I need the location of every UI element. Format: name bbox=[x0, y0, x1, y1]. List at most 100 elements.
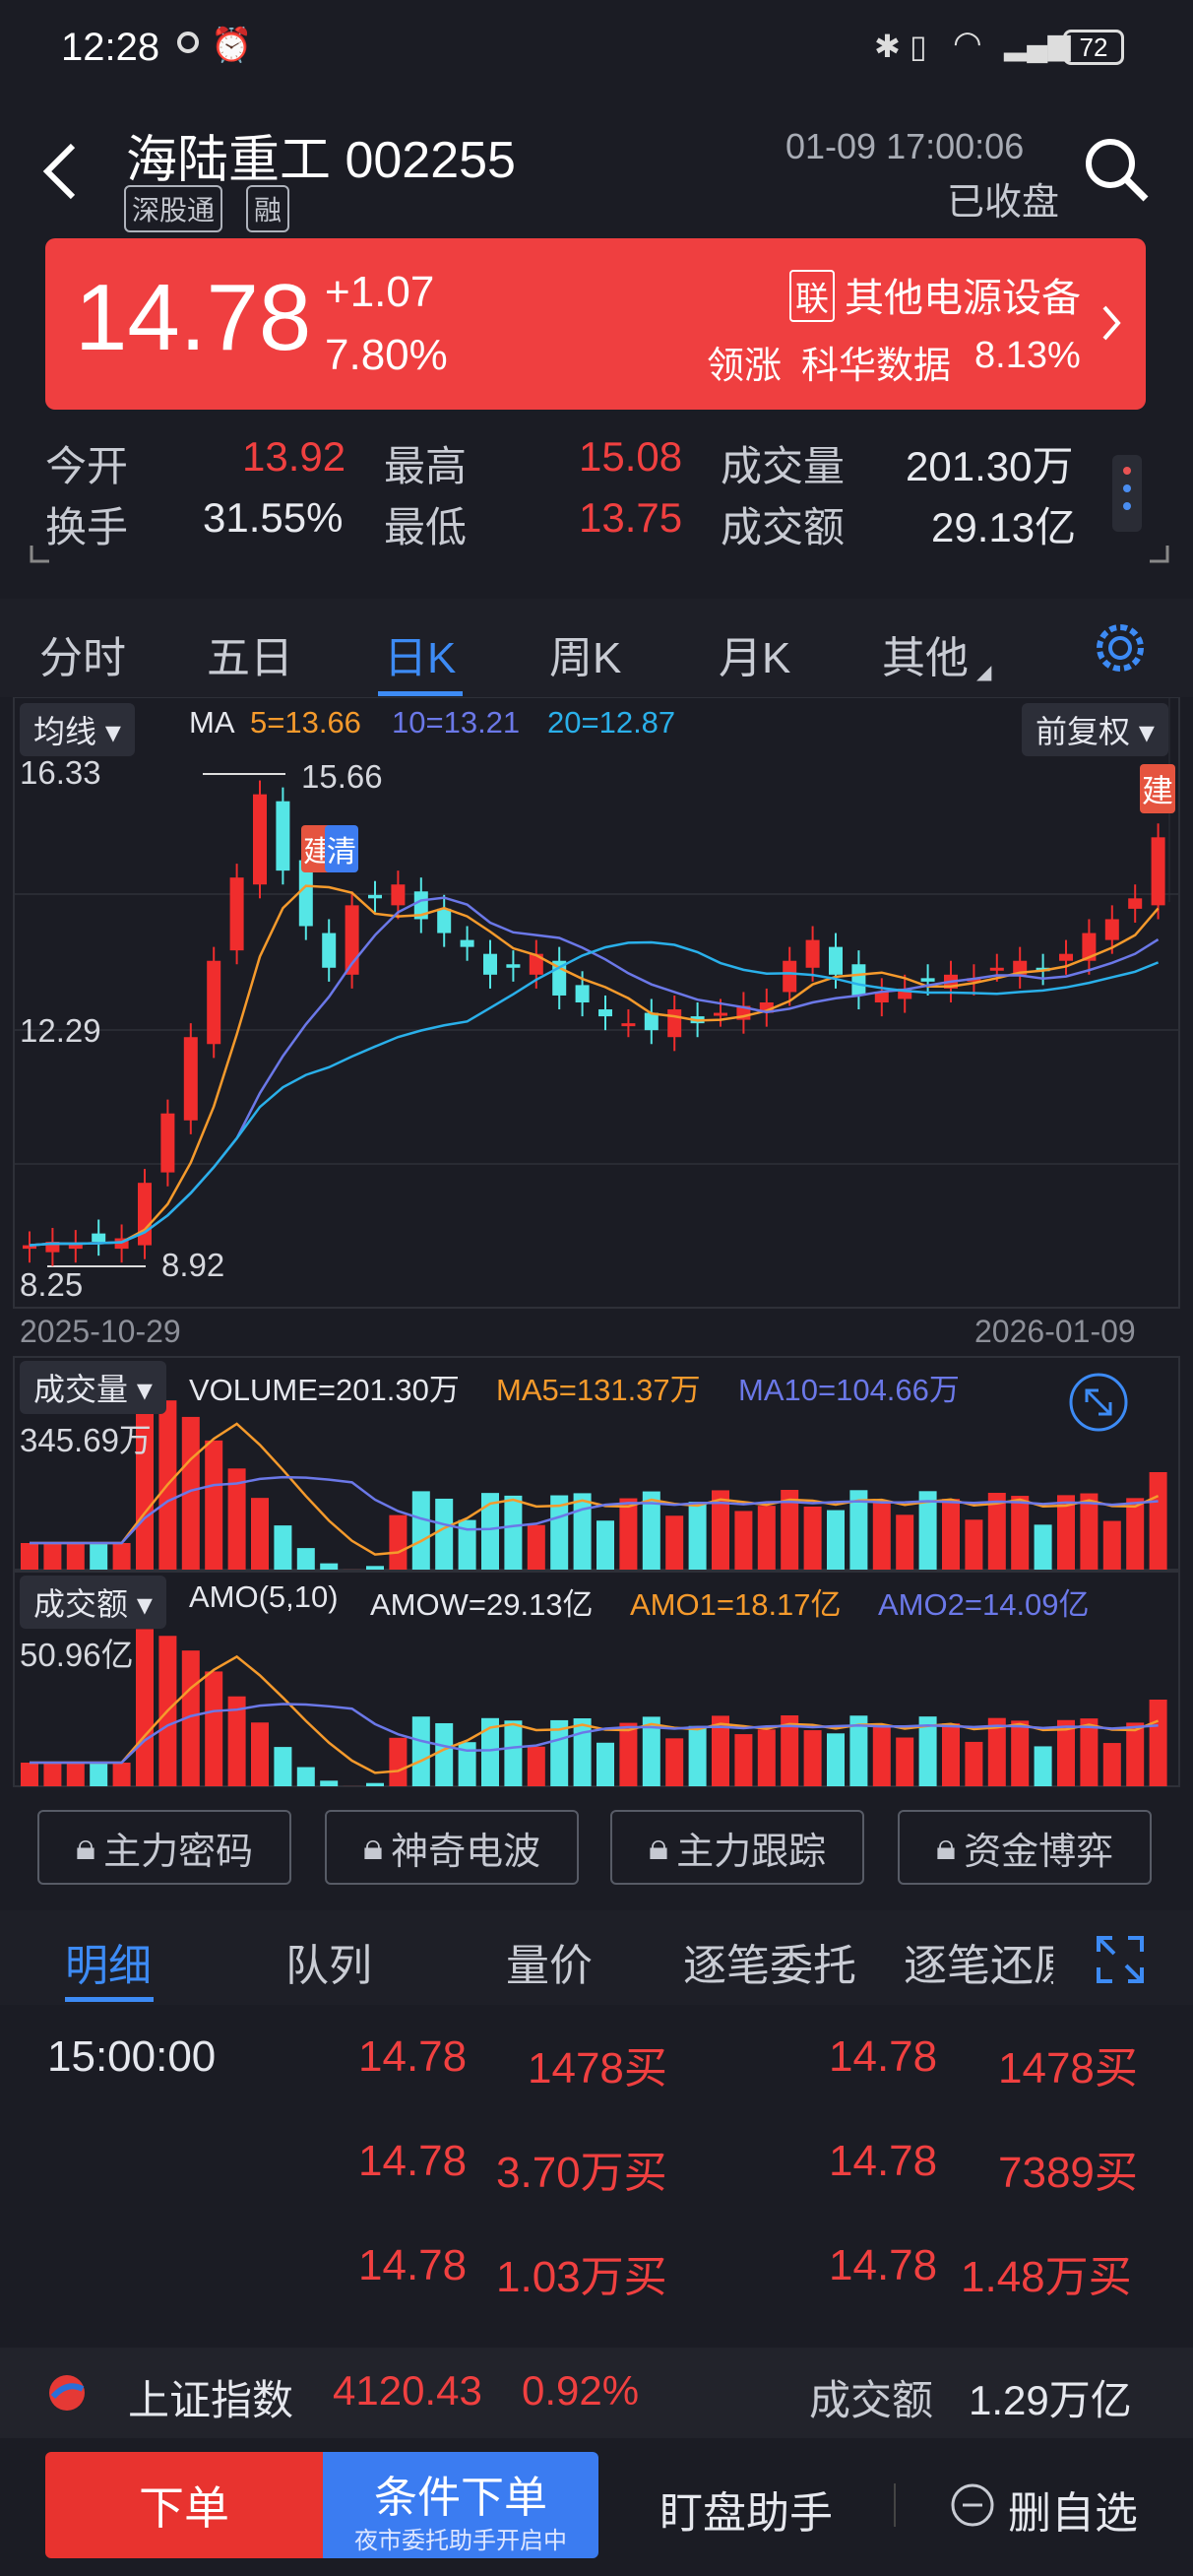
period-tabs: 分时 五日 日K 周K 月K 其他 ◢ bbox=[0, 599, 1193, 697]
trade-volume: 1.03万买 bbox=[496, 2253, 667, 2301]
leader-pct: 8.13% bbox=[974, 335, 1081, 376]
candle-body bbox=[160, 1113, 175, 1173]
index-bar[interactable]: 上证指数 4120.43 0.92% 成交额 1.29万亿 bbox=[0, 2348, 1193, 2438]
volume-bar bbox=[90, 1543, 108, 1570]
tab-volume-price[interactable]: 量价 bbox=[506, 1930, 593, 1993]
amount-bar bbox=[665, 1738, 684, 1786]
candle-body bbox=[714, 1012, 727, 1016]
conditional-order-button[interactable]: 条件下单 夜市委托助手开启中 bbox=[323, 2452, 598, 2558]
more-dots-icon[interactable] bbox=[1112, 455, 1142, 532]
index-pct: 0.92% bbox=[522, 2367, 640, 2414]
remove-watchlist-label[interactable]: 删自选 bbox=[1008, 2478, 1138, 2541]
low-value: 13.75 bbox=[579, 494, 683, 541]
volume-bar bbox=[942, 1499, 960, 1570]
ma-line bbox=[29, 940, 1160, 1247]
fullscreen-circle-icon[interactable] bbox=[1067, 1371, 1130, 1434]
tag-shenguto[interactable]: 深股通 bbox=[124, 185, 223, 232]
candle-body bbox=[1104, 919, 1119, 940]
tab-weekly-k[interactable]: 周K bbox=[549, 622, 621, 685]
volume-bar bbox=[504, 1495, 523, 1570]
candle-body bbox=[483, 953, 497, 975]
volume-ma10: MA10=104.66万 bbox=[738, 1373, 960, 1407]
candle-body bbox=[644, 1012, 659, 1031]
lock-button-main-track[interactable]: 🔒︎ 主力跟踪 bbox=[610, 1810, 864, 1885]
amount-dropdown[interactable]: 成交额 ▾ bbox=[20, 1576, 166, 1629]
active-tab-indicator bbox=[378, 691, 463, 696]
volume-max: 345.69万 bbox=[20, 1422, 152, 1458]
stock-title: 海陆重工 002255 bbox=[126, 132, 516, 189]
tab-queue[interactable]: 队列 bbox=[285, 1930, 372, 1993]
order-button[interactable]: 下单 bbox=[45, 2452, 323, 2558]
amount-bar bbox=[251, 1722, 269, 1786]
build-badge-latest[interactable]: 建 bbox=[1140, 764, 1176, 813]
trade-time: 15:00:00 bbox=[47, 2032, 217, 2081]
adjust-dropdown-label: 前复权 bbox=[1036, 714, 1131, 749]
indicator-dropdown[interactable]: 均线 ▾ bbox=[20, 703, 135, 756]
volume-bar bbox=[688, 1502, 707, 1570]
tab-monthly-k[interactable]: 月K bbox=[719, 622, 790, 685]
tab-five-day[interactable]: 五日 bbox=[207, 622, 293, 685]
price-change-pct: 7.80% bbox=[325, 331, 448, 379]
tab-detail[interactable]: 明细 bbox=[65, 1930, 152, 1993]
leader-name: 科华数据 bbox=[801, 346, 952, 387]
volume-dropdown[interactable]: 成交量 ▾ bbox=[20, 1361, 166, 1414]
watch-assistant-button[interactable]: 盯盘助手 bbox=[659, 2478, 833, 2541]
tab-intraday[interactable]: 分时 bbox=[39, 622, 126, 685]
amount-bar bbox=[688, 1725, 707, 1786]
lock-button-label: 资金博弈 bbox=[964, 1831, 1114, 1873]
back-icon[interactable] bbox=[39, 140, 79, 203]
tab-order-by-order[interactable]: 逐笔委托 bbox=[683, 1930, 856, 1993]
amount-bar bbox=[596, 1742, 614, 1786]
expand-icon[interactable] bbox=[1095, 1934, 1146, 1985]
expand-corners-icon[interactable] bbox=[30, 544, 1171, 565]
tab-order-restore[interactable]: 逐笔还原 bbox=[904, 1930, 1053, 1993]
volume-bar bbox=[596, 1520, 614, 1570]
tag-margin[interactable]: 融 bbox=[246, 185, 290, 232]
tab-daily-k[interactable]: 日K bbox=[384, 622, 456, 685]
high-value: 15.08 bbox=[579, 433, 683, 480]
search-icon[interactable] bbox=[1081, 134, 1152, 205]
amount-bar bbox=[435, 1722, 454, 1786]
index-amount-label: 成交额 bbox=[809, 2377, 934, 2423]
clear-badge[interactable]: 清 bbox=[325, 825, 358, 872]
remove-watchlist-icon[interactable] bbox=[949, 2481, 996, 2529]
amount-bar bbox=[320, 1780, 339, 1786]
trade-volume: 1478买 bbox=[528, 2044, 667, 2093]
volume-bar bbox=[619, 1498, 638, 1570]
volume-bar bbox=[803, 1506, 822, 1570]
candle-body bbox=[391, 884, 406, 906]
ma-line bbox=[29, 884, 1160, 1247]
lock-button-main-code[interactable]: 🔒︎ 主力密码 bbox=[37, 1810, 291, 1885]
index-value: 4120.43 bbox=[333, 2367, 482, 2414]
lock-button-capital-game[interactable]: 🔒︎ 资金博弈 bbox=[898, 1810, 1152, 1885]
notification-icon bbox=[177, 32, 199, 53]
volume-bar bbox=[366, 1566, 384, 1570]
lock-button-magic-wave[interactable]: 🔒︎ 神奇电波 bbox=[325, 1810, 579, 1885]
detail-tab-indicator bbox=[65, 1997, 154, 2002]
volume-bar bbox=[665, 1515, 684, 1570]
lock-button-label: 主力跟踪 bbox=[676, 1831, 827, 1873]
trade-row: 14.78 3.70万买 14.78 7389买 bbox=[0, 2125, 1193, 2204]
leader-label: 领涨 bbox=[707, 346, 783, 387]
quote-card[interactable]: 14.78 +1.07 7.80% 联 其他电源设备 领涨 科华数据 8.13% bbox=[45, 238, 1146, 410]
candle-body bbox=[667, 1009, 682, 1038]
amount-bar bbox=[66, 1763, 85, 1786]
volume-dropdown-label: 成交量 bbox=[33, 1372, 129, 1407]
candle-body bbox=[437, 908, 452, 934]
index-logo-icon bbox=[49, 2375, 85, 2411]
bottom-action-bar: 下单 条件下单 夜市委托助手开启中 盯盘助手 删自选 bbox=[0, 2438, 1193, 2576]
trade-price-right: 14.78 bbox=[829, 2032, 938, 2081]
sector-name[interactable]: 其他电源设备 bbox=[845, 266, 1081, 323]
candle-body bbox=[138, 1183, 152, 1246]
volume-bar bbox=[527, 1524, 545, 1570]
trade-price-right: 14.78 bbox=[829, 2137, 938, 2185]
adjust-dropdown[interactable]: 前复权 ▾ bbox=[1022, 703, 1168, 756]
settings-gear-icon[interactable] bbox=[1093, 620, 1148, 676]
amount-max: 50.96亿 bbox=[20, 1637, 134, 1673]
candle-body bbox=[1151, 837, 1165, 906]
open-value: 13.92 bbox=[242, 433, 346, 480]
tab-other[interactable]: 其他 bbox=[882, 622, 969, 685]
chevron-right-icon[interactable] bbox=[1100, 303, 1122, 343]
candle-body bbox=[598, 1009, 612, 1017]
conditional-order-sub: 夜市委托助手开启中 bbox=[354, 2528, 567, 2554]
